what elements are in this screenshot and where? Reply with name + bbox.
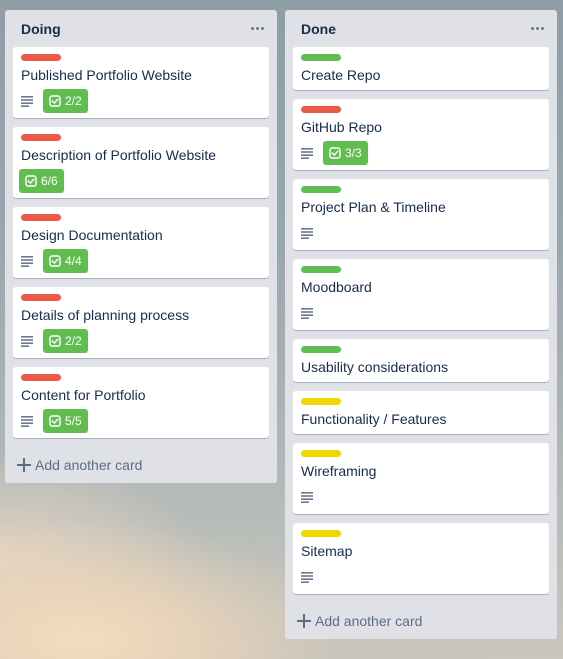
card[interactable]: Moodboard bbox=[293, 259, 549, 330]
card-title: Usability considerations bbox=[301, 359, 449, 375]
card[interactable]: Wireframing bbox=[293, 443, 549, 514]
checklist-badge: 2/2 bbox=[43, 89, 88, 113]
card-title: Create Repo bbox=[301, 67, 381, 83]
checkbox-icon bbox=[329, 147, 341, 159]
description-icon bbox=[299, 569, 315, 585]
checklist-badge: 5/5 bbox=[43, 409, 88, 433]
card-label bbox=[301, 106, 341, 113]
add-card-label: Add another card bbox=[35, 457, 143, 473]
checklist-badge: 6/6 bbox=[19, 169, 64, 193]
card-title: Moodboard bbox=[301, 279, 372, 295]
card-badges: 4/4 bbox=[19, 249, 88, 273]
card-badges: 5/5 bbox=[19, 409, 88, 433]
checklist-count: 3/3 bbox=[345, 146, 362, 160]
card-label bbox=[301, 346, 341, 353]
card-label bbox=[301, 266, 341, 273]
card[interactable]: Usability considerations bbox=[293, 339, 549, 382]
checkbox-icon bbox=[49, 95, 61, 107]
card-title: Content for Portfolio bbox=[21, 387, 146, 403]
list-title[interactable]: Doing bbox=[21, 21, 61, 37]
card-badges: 2/2 bbox=[19, 89, 88, 113]
card-label bbox=[21, 214, 61, 221]
card-badges bbox=[299, 489, 315, 505]
description-icon bbox=[299, 305, 315, 321]
checklist-count: 4/4 bbox=[65, 254, 82, 268]
checklist-badge: 4/4 bbox=[43, 249, 88, 273]
card-label bbox=[21, 54, 61, 61]
card-badges: 3/3 bbox=[299, 141, 368, 165]
checklist-count: 2/2 bbox=[65, 94, 82, 108]
card-label bbox=[21, 294, 61, 301]
add-card-button[interactable]: Add another card bbox=[13, 451, 269, 479]
card-label bbox=[301, 530, 341, 537]
card-title: Project Plan & Timeline bbox=[301, 199, 446, 215]
checklist-count: 6/6 bbox=[41, 174, 58, 188]
description-icon bbox=[299, 145, 315, 161]
description-icon bbox=[19, 93, 35, 109]
card-label bbox=[301, 186, 341, 193]
card-badges bbox=[299, 305, 315, 321]
card-title: Functionality / Features bbox=[301, 411, 447, 427]
card-badges bbox=[299, 569, 315, 585]
list-menu-icon[interactable] bbox=[245, 16, 269, 40]
add-card-button[interactable]: Add another card bbox=[293, 607, 549, 635]
card-title: GitHub Repo bbox=[301, 119, 382, 135]
card-title: Sitemap bbox=[301, 543, 353, 559]
list-done: Done Create Repo GitHub Repo 3/3 Project… bbox=[285, 10, 557, 639]
description-icon bbox=[299, 225, 315, 241]
list-doing: Doing Published Portfolio Website 2/2 De… bbox=[5, 10, 277, 483]
checklist-badge: 3/3 bbox=[323, 141, 368, 165]
card-title: Wireframing bbox=[301, 463, 377, 479]
description-icon bbox=[19, 333, 35, 349]
card[interactable]: Design Documentation 4/4 bbox=[13, 207, 269, 278]
list-title[interactable]: Done bbox=[301, 21, 336, 37]
card-label bbox=[301, 54, 341, 61]
card[interactable]: GitHub Repo 3/3 bbox=[293, 99, 549, 170]
card[interactable]: Create Repo bbox=[293, 47, 549, 90]
card-title: Design Documentation bbox=[21, 227, 163, 243]
card-label bbox=[21, 134, 61, 141]
checkbox-icon bbox=[49, 255, 61, 267]
checkbox-icon bbox=[49, 335, 61, 347]
card[interactable]: Details of planning process 2/2 bbox=[13, 287, 269, 358]
card-badges bbox=[299, 225, 315, 241]
card-badges: 2/2 bbox=[19, 329, 88, 353]
card[interactable]: Content for Portfolio 5/5 bbox=[13, 367, 269, 438]
card[interactable]: Published Portfolio Website 2/2 bbox=[13, 47, 269, 118]
checkbox-icon bbox=[25, 175, 37, 187]
card-title: Description of Portfolio Website bbox=[21, 147, 217, 163]
list-menu-icon[interactable] bbox=[525, 16, 549, 40]
card[interactable]: Sitemap bbox=[293, 523, 549, 594]
card-label bbox=[301, 450, 341, 457]
checklist-count: 5/5 bbox=[65, 414, 82, 428]
description-icon bbox=[19, 253, 35, 269]
card-label bbox=[301, 398, 341, 405]
checklist-badge: 2/2 bbox=[43, 329, 88, 353]
plus-icon bbox=[17, 458, 31, 472]
description-icon bbox=[19, 413, 35, 429]
card[interactable]: Functionality / Features bbox=[293, 391, 549, 434]
card[interactable]: Project Plan & Timeline bbox=[293, 179, 549, 250]
checkbox-icon bbox=[49, 415, 61, 427]
card-label bbox=[21, 374, 61, 381]
card[interactable]: Description of Portfolio Website 6/6 bbox=[13, 127, 269, 198]
card-title: Details of planning process bbox=[21, 307, 190, 323]
add-card-label: Add another card bbox=[315, 613, 423, 629]
card-badges: 6/6 bbox=[19, 169, 64, 193]
card-title: Published Portfolio Website bbox=[21, 67, 192, 83]
description-icon bbox=[299, 489, 315, 505]
checklist-count: 2/2 bbox=[65, 334, 82, 348]
plus-icon bbox=[297, 614, 311, 628]
